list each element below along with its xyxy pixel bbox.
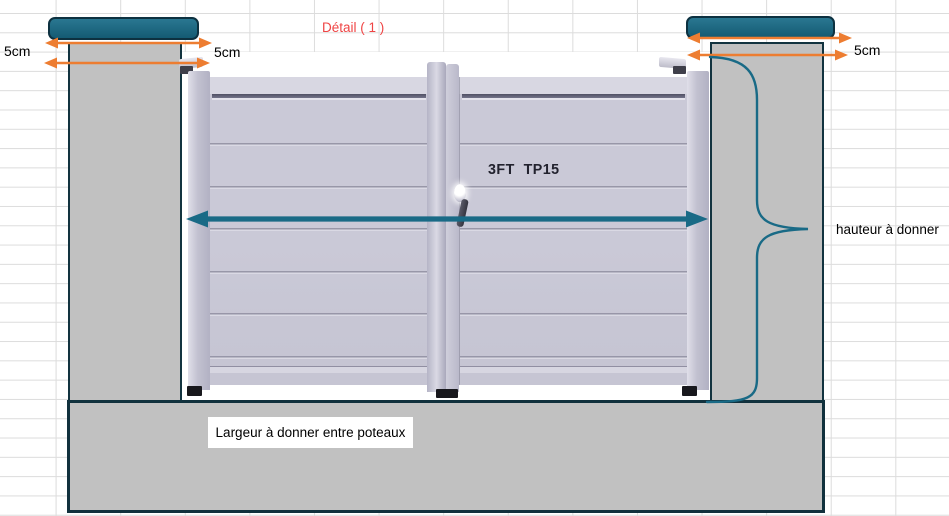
- spreadsheet-canvas: Détail ( 1 ) 5cm 5cm 5cm 3FT TP15 hauteu…: [0, 0, 949, 516]
- gate-model-label: 3FT TP15: [488, 162, 560, 179]
- gate-width-arrow: [186, 211, 708, 228]
- right-5cm-label: 5cm: [854, 43, 880, 58]
- right-cap-arrow-bottom: [687, 50, 848, 61]
- width-label-box: Largeur à donner entre poteaux: [208, 417, 413, 448]
- right-cap-arrow-top: [687, 33, 852, 44]
- left-inner-5cm-label: 5cm: [214, 45, 240, 60]
- dimension-overlay: [0, 0, 949, 516]
- left-cap-arrow-bottom: [44, 58, 210, 69]
- detail-title: Détail ( 1 ): [322, 21, 384, 36]
- left-outer-5cm-label: 5cm: [4, 44, 30, 59]
- height-label: hauteur à donner: [836, 223, 939, 238]
- width-label-text: Largeur à donner entre poteaux: [216, 425, 406, 440]
- height-brace: [707, 57, 808, 402]
- left-cap-arrow-top: [45, 38, 212, 49]
